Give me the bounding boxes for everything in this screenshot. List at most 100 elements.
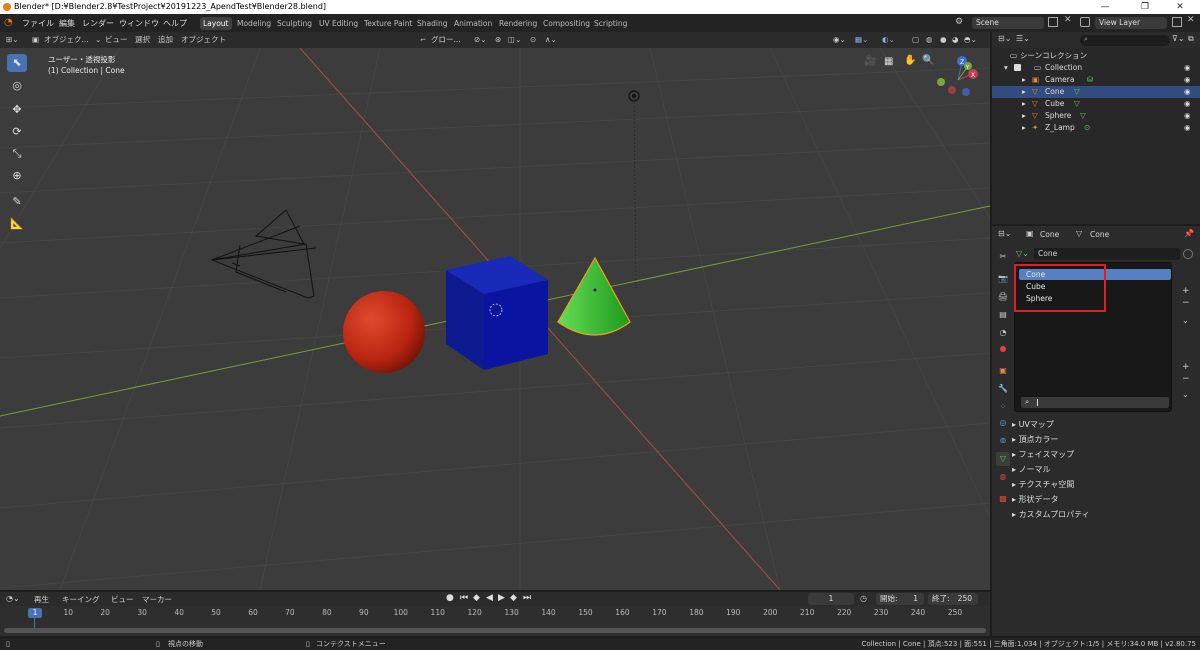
tab-shading[interactable]: Shading — [414, 17, 450, 30]
camera-view-icon[interactable]: 🎥 — [864, 56, 876, 67]
mesh-browse-icon[interactable]: ▽⌄ — [1016, 249, 1029, 258]
menu-select[interactable]: 選択 — [135, 34, 150, 46]
grid-view-icon[interactable]: ▦ — [884, 56, 893, 67]
output-tab-icon[interactable]: 🖨 — [996, 290, 1010, 304]
tab-rendering[interactable]: Rendering — [496, 17, 540, 30]
pin-icon[interactable]: 📌 — [1184, 229, 1194, 238]
move-tool[interactable]: ✥ — [7, 101, 27, 119]
delete-view-layer-icon[interactable]: ✕ — [1187, 15, 1195, 25]
menu-help[interactable]: ヘルプ — [161, 17, 189, 30]
tab-compositing[interactable]: Compositing — [540, 17, 593, 30]
timeline-area[interactable]: 1 10 20 30 40 50 60 70 80 90 100 110 120 130 140 150 160… — [0, 606, 990, 636]
tab-modeling[interactable]: Modeling — [234, 17, 274, 30]
menu-timeline-view[interactable]: ビュー — [111, 594, 134, 605]
new-view-layer-icon[interactable] — [1172, 17, 1182, 27]
chevron-down-icon[interactable]: ⌄ — [1182, 316, 1189, 325]
material-shading-icon[interactable]: ◕ — [952, 34, 959, 46]
outliner-item-camera[interactable]: ▸ ▣ Camera ⛁ ◉ — [992, 74, 1200, 86]
next-keyframe-icon[interactable]: ◆ — [510, 593, 517, 603]
play-reverse-icon[interactable]: ◀ — [486, 593, 493, 603]
collection-row[interactable]: ▾ ▭ Collection ◉ — [992, 62, 1200, 74]
outliner-item-z-lamp[interactable]: ▸ ✦ Z_Lamp ⊙ ◉ — [992, 122, 1200, 134]
display-mode-icon[interactable]: ☰⌄ — [1016, 34, 1030, 43]
play-icon[interactable]: ▶ — [498, 593, 505, 603]
menu-object[interactable]: オブジェクト — [181, 34, 226, 46]
snap-target-icon[interactable]: ◫⌄ — [508, 34, 521, 46]
properties-editor-icon[interactable]: ⊟⌄ — [998, 229, 1011, 238]
rendered-shading-icon[interactable]: ◓⌄ — [964, 34, 977, 46]
menu-marker[interactable]: マーカー — [142, 594, 172, 605]
scene-tab-icon[interactable]: ◔ — [996, 326, 1010, 340]
panel-texture-space[interactable]: ▸ テクスチャ空間 — [1012, 478, 1196, 492]
proportional-falloff-icon[interactable]: ∧⌄ — [545, 34, 557, 46]
menu-playback[interactable]: 再生 — [34, 594, 49, 605]
end-frame-field[interactable]: 終了: 250 — [928, 593, 978, 605]
menu-render[interactable]: レンダー — [80, 17, 116, 30]
checkbox-icon[interactable] — [1014, 64, 1021, 71]
scale-tool[interactable]: ⤡ — [7, 145, 27, 163]
remove-slot-icon[interactable]: − — [1182, 374, 1190, 384]
delete-scene-icon[interactable]: ✕ — [1064, 15, 1072, 25]
new-collection-icon[interactable]: ⧉ — [1188, 34, 1194, 44]
maximize-button[interactable]: ❐ — [1125, 0, 1165, 14]
menu-keying[interactable]: キーイング — [62, 594, 100, 605]
panel-custom-properties[interactable]: ▸ カスタムプロパティ — [1012, 508, 1196, 522]
modifier-tab-icon[interactable]: 🔧 — [996, 382, 1010, 396]
physics-tab-icon[interactable]: ◎ — [996, 416, 1010, 430]
expand-arrow-icon[interactable]: ▸ — [1022, 98, 1026, 110]
menu-edit[interactable]: 編集 — [57, 17, 77, 30]
menu-window[interactable]: ウィンドウ — [117, 17, 161, 30]
annotate-tool[interactable]: ✎ — [7, 193, 27, 211]
cone-object[interactable] — [557, 256, 631, 336]
visibility-icon[interactable]: ◉⌄ — [833, 34, 846, 46]
outliner-item-cube[interactable]: ▸ ▽ Cube ▽ ◉ — [992, 98, 1200, 110]
tab-scripting[interactable]: Scripting — [591, 17, 630, 30]
add-slot-icon[interactable]: + — [1182, 362, 1190, 372]
panel-shape-data[interactable]: ▸ 形状データ — [1012, 493, 1196, 507]
gizmo-toggle-icon[interactable]: ▦⌄ — [855, 34, 868, 46]
transform-orientation-selector[interactable]: グロー... — [431, 34, 461, 46]
snap-icon[interactable]: ⊛ — [495, 34, 501, 46]
expand-arrow-icon[interactable]: ▸ — [1022, 74, 1026, 86]
rotate-tool[interactable]: ⟳ — [7, 123, 27, 141]
view-layer-selector[interactable]: View Layer — [1095, 17, 1167, 29]
mesh-name-field[interactable]: Cone — [1034, 248, 1180, 260]
view-layer-icon[interactable] — [1080, 17, 1090, 27]
panel-normals[interactable]: ▸ ノーマル — [1012, 463, 1196, 477]
eye-icon[interactable]: ◉ — [1184, 62, 1191, 74]
jump-start-icon[interactable]: ⏮ — [460, 593, 468, 603]
clock-icon[interactable]: ◷ — [860, 594, 867, 603]
outliner-editor-icon[interactable]: ⊟⌄ — [998, 34, 1011, 43]
xray-icon[interactable]: ▢ — [912, 34, 919, 46]
measure-tool[interactable]: 📐 — [7, 215, 27, 233]
editor-type-icon[interactable]: ⊞⌄ — [6, 34, 19, 46]
eye-icon[interactable]: ◉ — [1184, 110, 1191, 122]
eye-icon[interactable]: ◉ — [1184, 86, 1191, 98]
camera-object[interactable] — [210, 209, 317, 299]
menu-file[interactable]: ファイル — [20, 17, 56, 30]
overlay-toggle-icon[interactable]: ◐⌄ — [882, 34, 895, 46]
material-tab-icon[interactable]: ◍ — [996, 470, 1010, 484]
proportional-edit-icon[interactable]: ⊙ — [530, 34, 536, 46]
new-scene-icon[interactable] — [1048, 17, 1058, 27]
chevron-down-icon[interactable]: ⌄ — [1182, 390, 1189, 399]
expand-arrow-icon[interactable]: ▸ — [1022, 86, 1026, 98]
constraints-tab-icon[interactable]: ⊚ — [996, 434, 1010, 448]
mode-selector[interactable]: オブジェク... — [44, 34, 89, 46]
timeline-scrollbar[interactable] — [4, 628, 986, 633]
sphere-object[interactable] — [343, 291, 425, 373]
outliner-search-input[interactable]: ⌕ — [1080, 35, 1170, 46]
timeline-editor-icon[interactable]: ◔⌄ — [6, 594, 20, 603]
solid-shading-icon[interactable]: ● — [940, 34, 947, 46]
start-frame-field[interactable]: 開始: 1 — [876, 593, 924, 605]
filter-icon[interactable]: ⊽⌄ — [1172, 34, 1185, 43]
minimize-button[interactable]: — — [1085, 0, 1125, 14]
blender-menu-icon[interactable]: ◔ — [4, 17, 16, 29]
close-button[interactable]: ✕ — [1160, 0, 1200, 14]
eye-icon[interactable]: ◉ — [1184, 74, 1191, 86]
eye-icon[interactable]: ◉ — [1184, 122, 1191, 134]
jump-end-icon[interactable]: ⏭ — [523, 593, 531, 603]
menu-view[interactable]: ビュー — [105, 34, 128, 46]
cube-object[interactable] — [446, 256, 548, 370]
panel-face-maps[interactable]: ▸ フェイスマップ — [1012, 448, 1196, 462]
